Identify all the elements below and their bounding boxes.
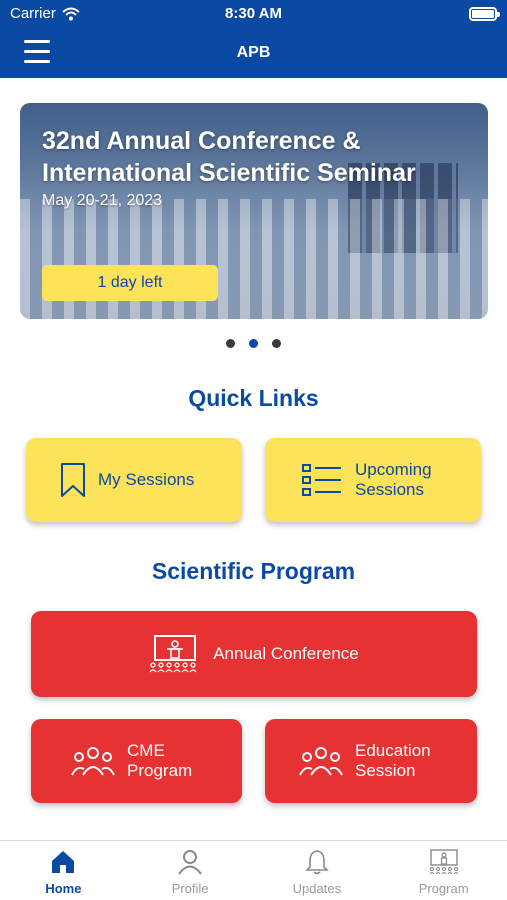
- group-icon: [299, 747, 343, 776]
- tab-bar: Home Profile Updates Program: [0, 840, 507, 900]
- carousel-pagination[interactable]: [0, 339, 507, 348]
- navigation-bar: APB: [0, 28, 507, 78]
- app-title: APB: [236, 44, 271, 61]
- podium-icon: [149, 635, 197, 673]
- carousel-dot-3[interactable]: [272, 339, 281, 348]
- status-bar: Carrier 8:30 AM: [0, 0, 507, 28]
- quick-links-heading: Quick Links: [188, 385, 319, 411]
- cme-program-label: CME Program: [127, 741, 193, 780]
- conference-banner[interactable]: 32nd Annual Conference & International S…: [20, 103, 488, 319]
- profile-icon: [178, 850, 202, 875]
- bookmark-icon: [61, 463, 85, 497]
- tab-program[interactable]: Program: [380, 841, 507, 900]
- banner-date: May 20-21, 2023: [42, 192, 163, 209]
- upcoming-sessions-label: Upcoming Sessions: [355, 460, 432, 499]
- annual-conference-button[interactable]: Annual Conference: [31, 611, 477, 697]
- banner-headline-line1: 32nd Annual Conference &: [42, 127, 361, 155]
- education-session-label: Education Session: [355, 741, 431, 780]
- countdown-badge[interactable]: 1 day left: [42, 265, 218, 301]
- tab-updates-label: Updates: [292, 881, 342, 896]
- banner-headline: 32nd Annual Conference & International S…: [42, 125, 468, 189]
- my-sessions-button[interactable]: My Sessions: [26, 438, 242, 522]
- carousel-dot-2[interactable]: [249, 339, 258, 348]
- group-icon: [71, 747, 115, 776]
- annual-conference-label: Annual Conference: [213, 644, 359, 663]
- tab-program-label: Program: [418, 881, 469, 896]
- tab-profile[interactable]: Profile: [127, 841, 254, 900]
- tab-home[interactable]: Home: [0, 841, 127, 900]
- upcoming-sessions-button[interactable]: Upcoming Sessions: [265, 438, 481, 522]
- tab-profile-label: Profile: [171, 881, 209, 896]
- battery-icon: [469, 7, 500, 21]
- bell-icon: [304, 850, 329, 875]
- carousel-dot-1[interactable]: [226, 339, 235, 348]
- home-icon: [52, 851, 75, 873]
- podium-icon: [429, 849, 459, 875]
- scientific-program-heading: Scientific Program: [151, 558, 356, 584]
- status-time: 8:30 AM: [225, 5, 282, 22]
- tab-updates[interactable]: Updates: [254, 841, 381, 900]
- education-session-button[interactable]: Education Session: [265, 719, 477, 803]
- tab-home-label: Home: [45, 881, 82, 896]
- banner-headline-line2: International Scientific Seminar: [42, 159, 416, 187]
- cme-program-button[interactable]: CME Program: [31, 719, 242, 803]
- list-icon: [302, 464, 341, 496]
- my-sessions-label: My Sessions: [98, 470, 195, 489]
